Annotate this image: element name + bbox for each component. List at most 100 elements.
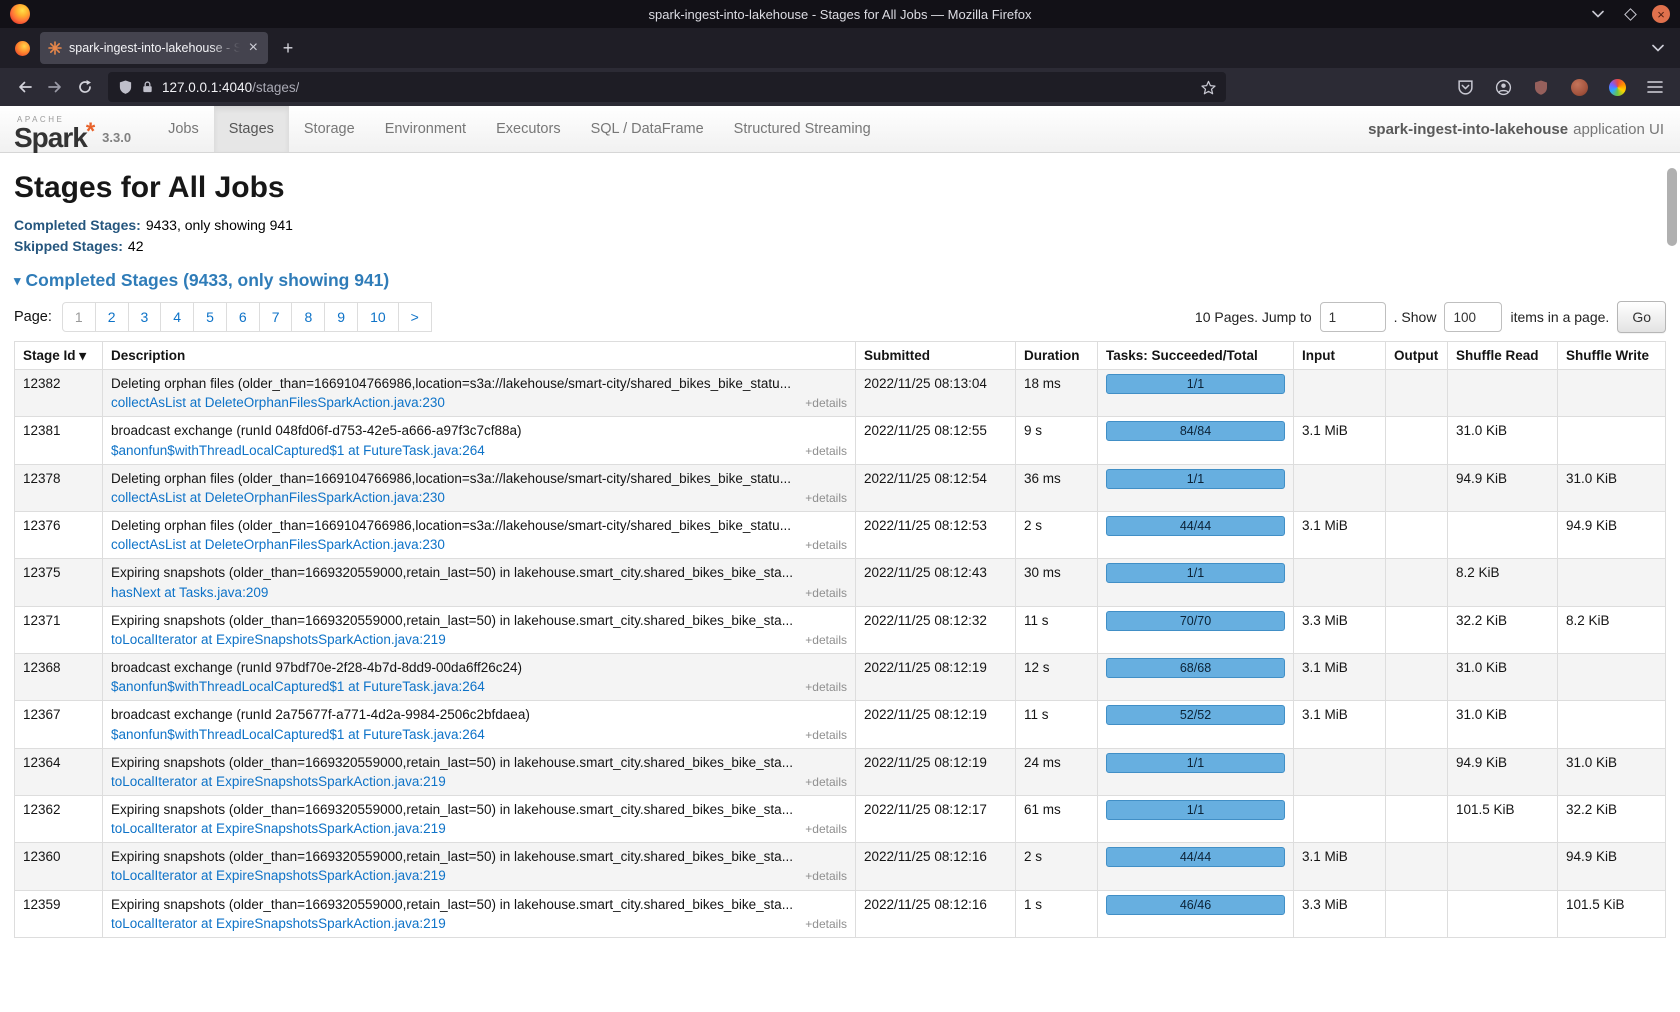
submitted-cell: 2022/11/25 08:12:55 <box>856 417 1016 464</box>
adblock-extension-button[interactable] <box>1526 72 1556 102</box>
expand-details-link[interactable]: +details <box>805 585 847 602</box>
go-button[interactable]: Go <box>1617 301 1666 333</box>
application-name: spark-ingest-into-lakehouse <box>1368 121 1568 138</box>
stage-detail-link[interactable]: $anonfun$withThreadLocalCaptured$1 at Fu… <box>111 725 485 744</box>
column-header-stage-id[interactable]: Stage Id ▾ <box>15 342 103 370</box>
stage-detail-link[interactable]: collectAsList at DeleteOrphanFilesSparkA… <box>111 535 445 554</box>
expand-details-link[interactable]: +details <box>805 443 847 460</box>
page-button-1[interactable]: 1 <box>62 302 96 332</box>
output-cell <box>1386 464 1448 511</box>
url-bar[interactable]: 127.0.0.1:4040/stages/ <box>108 72 1226 102</box>
reload-button[interactable] <box>70 72 100 102</box>
page-button-10[interactable]: 10 <box>357 302 399 332</box>
description-second-line: toLocalIterator at ExpireSnapshotsSparkA… <box>111 772 847 791</box>
nav-item-stages[interactable]: Stages <box>214 106 289 152</box>
nav-item-environment[interactable]: Environment <box>370 106 481 152</box>
window-minimize-button[interactable] <box>1588 4 1608 24</box>
expand-details-link[interactable]: +details <box>805 916 847 933</box>
page-button-2[interactable]: 2 <box>95 302 129 332</box>
expand-details-link[interactable]: +details <box>805 679 847 696</box>
bookmark-star-button[interactable] <box>1201 80 1216 95</box>
stage-detail-link[interactable]: toLocalIterator at ExpireSnapshotsSparkA… <box>111 772 446 791</box>
page-button-5[interactable]: 5 <box>193 302 227 332</box>
page-button-3[interactable]: 3 <box>128 302 162 332</box>
column-header-tasks-succeeded-total[interactable]: Tasks: Succeeded/Total <box>1098 342 1294 370</box>
container-avatar-button[interactable] <box>1564 72 1594 102</box>
stage-description: Expiring snapshots (older_than=166932055… <box>111 895 847 914</box>
tab-close-icon[interactable]: × <box>247 40 260 56</box>
stage-detail-link[interactable]: $anonfun$withThreadLocalCaptured$1 at Fu… <box>111 441 485 460</box>
output-cell <box>1386 654 1448 701</box>
expand-details-link[interactable]: +details <box>805 727 847 744</box>
pagination-bar: Page: 12345678910> 10 Pages. Jump to . S… <box>14 301 1666 333</box>
firefox-view-icon <box>15 41 30 56</box>
spark-logo-link[interactable]: APACHE Spark* 3.3.0 <box>14 106 153 152</box>
shield-badge-icon <box>1533 79 1549 96</box>
firefox-view-button[interactable] <box>8 34 36 62</box>
connection-lock-icon[interactable] <box>141 80 154 94</box>
completed-stages-section-header[interactable]: ▾Completed Stages (9433, only showing 94… <box>14 270 1666 291</box>
nav-item-jobs[interactable]: Jobs <box>153 106 214 152</box>
stage-detail-link[interactable]: toLocalIterator at ExpireSnapshotsSparkA… <box>111 819 446 838</box>
column-header-label: Shuffle Write <box>1566 348 1649 363</box>
account-extension-button[interactable] <box>1488 72 1518 102</box>
expand-details-link[interactable]: +details <box>805 537 847 554</box>
stage-detail-link[interactable]: collectAsList at DeleteOrphanFilesSparkA… <box>111 393 445 412</box>
submitted-cell: 2022/11/25 08:12:19 <box>856 701 1016 748</box>
list-all-tabs-button[interactable] <box>1644 34 1672 62</box>
browser-tab[interactable]: spark-ingest-into-lakehouse - Stages for… <box>40 32 268 64</box>
tracking-protection-shield-icon[interactable] <box>118 79 133 95</box>
page-button-6[interactable]: 6 <box>226 302 260 332</box>
page-scrollbar-thumb[interactable] <box>1667 168 1677 246</box>
stage-detail-link[interactable]: collectAsList at DeleteOrphanFilesSparkA… <box>111 488 445 507</box>
tasks-count: 1/1 <box>1187 377 1204 391</box>
column-header-input[interactable]: Input <box>1294 342 1386 370</box>
expand-details-link[interactable]: +details <box>805 821 847 838</box>
column-header-duration[interactable]: Duration <box>1016 342 1098 370</box>
jump-to-page-input[interactable] <box>1320 302 1386 332</box>
back-button[interactable] <box>10 72 40 102</box>
stage-detail-link[interactable]: hasNext at Tasks.java:209 <box>111 583 268 602</box>
stage-detail-link[interactable]: toLocalIterator at ExpireSnapshotsSparkA… <box>111 866 446 885</box>
stage-detail-link[interactable]: toLocalIterator at ExpireSnapshotsSparkA… <box>111 630 446 649</box>
new-tab-button[interactable]: + <box>274 34 302 62</box>
items-per-page-input[interactable] <box>1444 302 1502 332</box>
expand-details-link[interactable]: +details <box>805 868 847 885</box>
stage-detail-link[interactable]: $anonfun$withThreadLocalCaptured$1 at Fu… <box>111 677 485 696</box>
tasks-progress-bar: 1/1 <box>1106 374 1285 394</box>
expand-details-link[interactable]: +details <box>805 774 847 791</box>
page-button-7[interactable]: 7 <box>259 302 293 332</box>
column-header-output[interactable]: Output <box>1386 342 1448 370</box>
nav-item-executors[interactable]: Executors <box>481 106 575 152</box>
column-header-description[interactable]: Description <box>103 342 856 370</box>
next-page-button[interactable]: > <box>398 302 432 332</box>
chevron-down-icon <box>1652 44 1664 52</box>
colorful-extension-button[interactable] <box>1602 72 1632 102</box>
page-content: Stages for All Jobs Completed Stages:943… <box>0 171 1680 938</box>
column-header-submitted[interactable]: Submitted <box>856 342 1016 370</box>
column-header-shuffle-write[interactable]: Shuffle Write <box>1558 342 1666 370</box>
stage-id-cell: 12362 <box>15 795 103 842</box>
expand-details-link[interactable]: +details <box>805 490 847 507</box>
tasks-count: 1/1 <box>1187 566 1204 580</box>
expand-details-link[interactable]: +details <box>805 395 847 412</box>
nav-item-sql-dataframe[interactable]: SQL / DataFrame <box>576 106 719 152</box>
column-header-shuffle-read[interactable]: Shuffle Read <box>1448 342 1558 370</box>
page-button-9[interactable]: 9 <box>324 302 358 332</box>
skipped-stages-label: Skipped Stages: <box>14 238 123 254</box>
stage-detail-link[interactable]: toLocalIterator at ExpireSnapshotsSparkA… <box>111 914 446 933</box>
nav-item-structured-streaming[interactable]: Structured Streaming <box>719 106 886 152</box>
forward-button[interactable] <box>40 72 70 102</box>
window-close-button[interactable]: × <box>1652 5 1670 23</box>
submitted-cell: 2022/11/25 08:12:16 <box>856 890 1016 937</box>
tasks-cell: 70/70 <box>1098 606 1294 653</box>
app-menu-button[interactable] <box>1640 72 1670 102</box>
description-second-line: $anonfun$withThreadLocalCaptured$1 at Fu… <box>111 677 847 696</box>
page-number: 4 <box>173 309 181 325</box>
window-maximize-button[interactable] <box>1620 4 1640 24</box>
save-to-pocket-button[interactable] <box>1450 72 1480 102</box>
expand-details-link[interactable]: +details <box>805 632 847 649</box>
page-button-8[interactable]: 8 <box>291 302 325 332</box>
page-button-4[interactable]: 4 <box>160 302 194 332</box>
nav-item-storage[interactable]: Storage <box>289 106 370 152</box>
